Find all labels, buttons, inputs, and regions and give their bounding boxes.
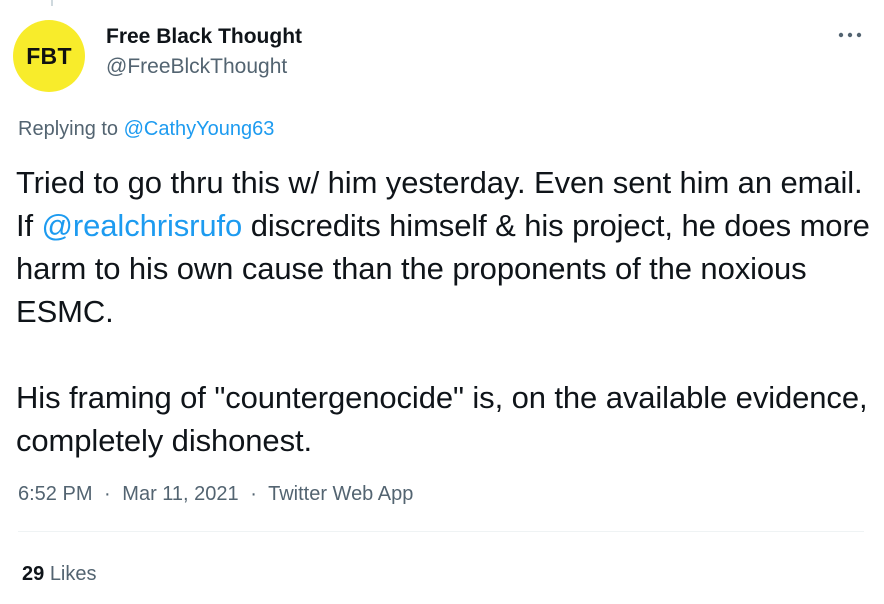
meta-separator: · [250,483,257,505]
tweet-time[interactable]: 6:52 PM [18,483,92,505]
author-handle[interactable]: @FreeBlckThought [106,54,287,80]
likes-count: 29 [22,563,45,585]
more-options-button[interactable] [832,22,868,48]
tweet-paragraph-2: His framing of "countergenocide" is, on … [16,380,868,458]
tweet-date[interactable]: Mar 11, 2021 [122,483,238,505]
avatar-text: FBT [26,42,72,69]
avatar[interactable]: FBT [13,20,85,92]
more-dots-icon [838,32,862,38]
tweet-paragraph-1: Tried to go thru this w/ him yesterday. … [16,161,876,333]
mention-link[interactable]: @realchrisrufo [42,208,243,243]
author-display-name[interactable]: Free Black Thought [106,24,302,50]
divider [18,531,864,532]
tweet-source-link[interactable]: Twitter Web App [268,483,413,505]
replying-to: Replying to @CathyYoung63 [18,116,274,142]
likes-label: Likes [49,563,97,585]
replying-to-label: Replying to [18,118,119,140]
tweet-metadata: 6:52 PM · Mar 11, 2021 · Twitter Web App [18,481,413,507]
thread-connector-line [51,0,53,6]
tweet-text: Tried to go thru this w/ him yesterday. … [16,161,876,462]
likes-stat[interactable]: 29 Likes [22,561,97,587]
meta-separator: · [104,483,111,505]
replying-to-mention-link[interactable]: @CathyYoung63 [124,118,275,140]
